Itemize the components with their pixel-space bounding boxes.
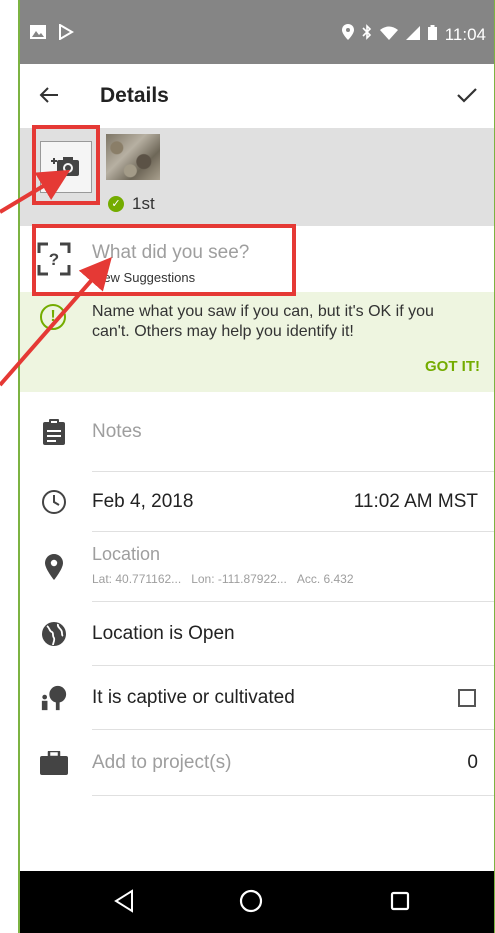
signal-icon — [405, 25, 420, 45]
add-photo-button[interactable] — [40, 141, 92, 193]
observation-photo-thumbnail[interactable] — [106, 134, 160, 180]
latitude: Lat: 40.771162... — [92, 572, 182, 586]
accuracy: Acc. 6.432 — [296, 572, 354, 586]
id-tip-banner: ! Name what you saw if you can, but it's… — [20, 292, 494, 392]
observation-time[interactable]: 11:02 AM MST — [354, 491, 478, 513]
view-suggestions-link[interactable]: View Suggestions — [92, 270, 195, 285]
clipboard-icon — [40, 418, 68, 446]
clock: 11:04 — [444, 24, 486, 44]
species-guess-row[interactable]: ? What did you see? View Suggestions — [20, 226, 494, 292]
clock-icon — [40, 488, 68, 516]
first-photo-label: 1st — [132, 194, 155, 213]
location-row[interactable]: Location Lat: 40.771162... Lon: -111.879… — [20, 532, 494, 602]
map-pin-icon — [40, 553, 68, 581]
briefcase-icon — [40, 749, 68, 777]
geoprivacy-label[interactable]: Location is Open — [92, 623, 235, 645]
add-camera-icon — [51, 152, 81, 183]
captive-label: It is captive or cultivated — [92, 687, 295, 708]
captive-plant-icon — [40, 684, 68, 712]
first-photo-badge: ✓ 1st — [108, 194, 155, 214]
nav-back-icon[interactable] — [112, 888, 136, 919]
location-icon — [341, 24, 354, 45]
system-navigation-bar — [20, 871, 494, 933]
got-it-button[interactable]: GOT IT! — [425, 358, 480, 375]
bluetooth-icon — [362, 24, 372, 45]
projects-count: 0 — [467, 752, 478, 773]
location-title: Location — [92, 544, 161, 564]
svg-text:?: ? — [49, 250, 59, 269]
info-icon: ! — [40, 304, 66, 330]
notes-input[interactable]: Notes — [92, 421, 142, 443]
captive-checkbox[interactable] — [458, 689, 476, 707]
projects-row[interactable]: Add to project(s) 0 — [20, 730, 494, 796]
check-circle-icon: ✓ — [108, 196, 124, 212]
longitude: Lon: -111.87922... — [191, 572, 287, 586]
play-store-icon — [58, 23, 74, 45]
observation-date[interactable]: Feb 4, 2018 — [92, 491, 193, 513]
status-bar: 11:04 — [20, 0, 494, 64]
species-scan-icon: ? — [36, 241, 72, 277]
wifi-icon — [379, 25, 398, 45]
tip-text: Name what you saw if you can, but it's O… — [92, 303, 434, 340]
divider — [92, 795, 494, 796]
nav-home-icon[interactable] — [238, 888, 264, 919]
notes-row[interactable]: Notes — [20, 392, 494, 472]
projects-label[interactable]: Add to project(s) — [92, 752, 231, 774]
globe-icon — [40, 620, 68, 648]
image-icon — [30, 25, 46, 44]
captive-row[interactable]: It is captive or cultivated — [20, 666, 494, 730]
app-bar: Details — [20, 64, 494, 129]
nav-recents-icon[interactable] — [390, 891, 410, 916]
phone-screen: 11:04 Details ✓ 1st ? What did you see? … — [18, 0, 495, 933]
location-coordinates: Lat: 40.771162... Lon: -111.87922... Acc… — [92, 572, 354, 586]
page-title: Details — [100, 84, 169, 107]
date-time-row[interactable]: Feb 4, 2018 11:02 AM MST — [20, 472, 494, 532]
battery-icon — [427, 24, 437, 45]
back-arrow-icon[interactable] — [38, 78, 60, 113]
checkmark-icon[interactable] — [456, 78, 478, 113]
photo-strip: ✓ 1st — [20, 128, 494, 226]
geoprivacy-row[interactable]: Location is Open — [20, 602, 494, 666]
species-guess-input[interactable]: What did you see? — [92, 242, 249, 264]
